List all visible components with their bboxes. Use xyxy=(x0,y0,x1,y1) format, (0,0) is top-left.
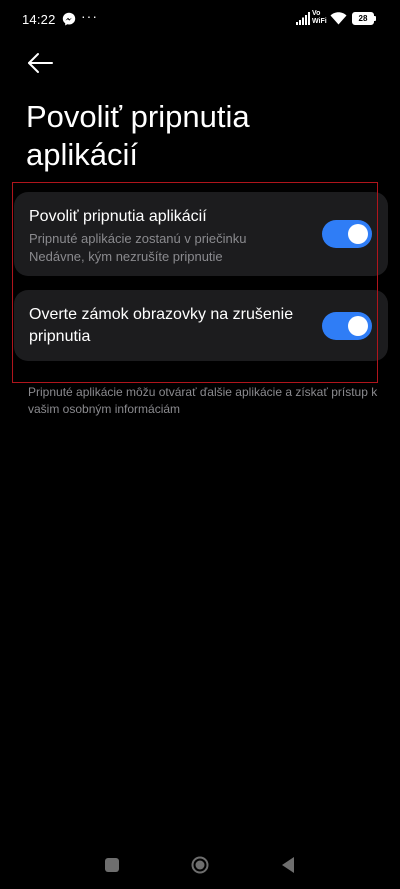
back-triangle-icon[interactable] xyxy=(281,856,295,874)
battery-tip xyxy=(374,16,376,21)
status-bar: 14:22 ··· Vo WiFi 28 xyxy=(0,0,400,40)
highlight-frame xyxy=(12,182,378,383)
back-arrow-icon[interactable] xyxy=(26,50,54,76)
vowifi-indicator: Vo WiFi xyxy=(312,10,327,26)
battery-level: 28 xyxy=(352,12,374,25)
more-notifications-indicator: ··· xyxy=(81,8,98,24)
battery-icon: 28 xyxy=(352,12,376,25)
vowifi-line-1: Vo xyxy=(312,10,321,17)
wifi-icon xyxy=(330,12,347,25)
footer-note: Pripnuté aplikácie môžu otvárať ďalšie a… xyxy=(28,385,378,416)
navigation-bar xyxy=(0,840,400,889)
page-title: Povoliť pripnutia aplikácií xyxy=(26,99,250,172)
vowifi-line-2: WiFi xyxy=(312,18,327,25)
home-circle-icon[interactable] xyxy=(191,856,209,874)
recents-square-icon[interactable] xyxy=(105,858,119,872)
messenger-icon xyxy=(62,12,76,26)
signal-icon xyxy=(296,12,310,25)
status-time: 14:22 xyxy=(22,12,56,27)
